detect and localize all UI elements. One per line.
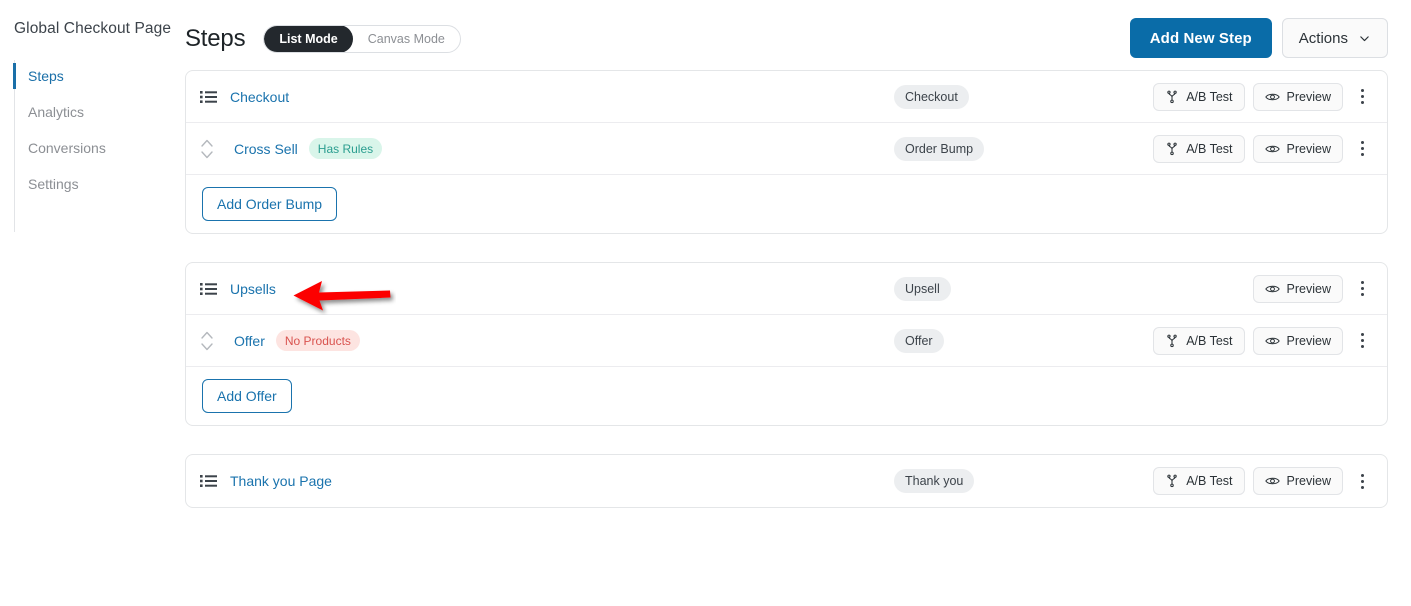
step-type-cell: Upsell — [894, 276, 951, 301]
step-card-thank-you: Thank you Page Thank you A/B Test Previe… — [185, 454, 1388, 508]
table-row[interactable]: Upsells Upsell Preview — [186, 263, 1387, 315]
preview-button[interactable]: Preview — [1252, 467, 1343, 495]
eye-icon — [1264, 474, 1280, 488]
more-options-icon[interactable] — [1351, 83, 1373, 111]
card-footer: Add Offer — [186, 367, 1387, 425]
row-actions: A/B Test Preview — [1153, 467, 1373, 495]
ab-test-button[interactable]: A/B Test — [1153, 134, 1245, 163]
preview-label: Preview — [1286, 141, 1331, 156]
status-badge: Checkout — [894, 84, 969, 109]
status-badge: No Products — [275, 330, 360, 351]
ab-test-icon — [1165, 90, 1179, 104]
more-options-icon[interactable] — [1351, 327, 1373, 355]
list-icon — [200, 282, 230, 296]
step-card-checkout: Checkout Checkout A/B Test Preview Cross… — [185, 70, 1388, 234]
preview-label: Preview — [1286, 281, 1331, 296]
chevron-down-icon — [1358, 32, 1371, 45]
step-title-link[interactable]: Upsells — [230, 281, 276, 297]
preview-button[interactable]: Preview — [1252, 82, 1343, 111]
step-type-cell: Checkout — [894, 84, 969, 109]
preview-label: Preview — [1286, 474, 1331, 488]
preview-label: Preview — [1286, 89, 1331, 104]
sidebar-item-conversions[interactable]: Conversions — [0, 130, 172, 166]
step-title-link[interactable]: Thank you Page — [230, 473, 332, 489]
ab-test-label: A/B Test — [1186, 474, 1233, 488]
status-badge: Thank you — [894, 469, 975, 493]
app-root: Global Checkout Page Steps Analytics Con… — [0, 0, 1411, 606]
ab-test-label: A/B Test — [1186, 141, 1233, 156]
add-order-bump-button[interactable]: Add Order Bump — [202, 187, 338, 221]
status-badge: Order Bump — [894, 136, 985, 161]
eye-icon — [1264, 334, 1280, 348]
page-header: Steps List Mode Canvas Mode Add New Step… — [185, 18, 1388, 60]
tab-canvas-mode[interactable]: Canvas Mode — [353, 26, 460, 52]
add-offer-button[interactable]: Add Offer — [202, 379, 292, 413]
status-badge: Has Rules — [308, 138, 383, 159]
step-title-link[interactable]: Cross Sell — [234, 141, 298, 157]
more-options-icon[interactable] — [1351, 467, 1373, 495]
sidebar-item-label: Settings — [28, 176, 79, 192]
sidebar-item-label: Analytics — [28, 104, 85, 120]
table-row[interactable]: Checkout Checkout A/B Test Preview — [186, 71, 1387, 123]
step-title-link[interactable]: Offer — [234, 333, 265, 349]
status-badge: Upsell — [894, 276, 951, 301]
step-type-cell: Offer — [894, 328, 944, 353]
preview-label: Preview — [1286, 333, 1331, 348]
list-icon — [200, 474, 230, 488]
site-title: Global Checkout Page — [14, 20, 172, 37]
row-actions: A/B Test Preview — [1153, 134, 1373, 163]
more-options-icon[interactable] — [1351, 135, 1373, 163]
ab-test-icon — [1165, 142, 1179, 156]
ab-test-label: A/B Test — [1186, 89, 1233, 104]
row-actions: A/B Test Preview — [1153, 82, 1373, 111]
ab-test-button[interactable]: A/B Test — [1153, 82, 1245, 111]
table-row[interactable]: Cross Sell Has Rules Order Bump A/B Test… — [186, 123, 1387, 175]
ab-test-icon — [1165, 334, 1179, 348]
sort-icon[interactable] — [200, 329, 230, 353]
ab-test-label: A/B Test — [1186, 333, 1233, 348]
header-actions: Add New Step Actions — [1129, 18, 1388, 58]
sidebar-nav: Steps Analytics Conversions Settings — [0, 58, 172, 232]
sidebar-item-steps[interactable]: Steps — [0, 58, 172, 94]
ab-test-icon — [1165, 474, 1179, 488]
list-icon — [200, 90, 230, 104]
status-badge: Offer — [894, 328, 944, 353]
step-type-cell: Order Bump — [894, 136, 985, 161]
actions-button-label: Actions — [1298, 29, 1348, 47]
sidebar-item-label: Steps — [28, 68, 64, 84]
ab-test-button[interactable]: A/B Test — [1153, 326, 1245, 355]
sort-icon[interactable] — [200, 137, 230, 161]
table-row[interactable]: Offer No Products Offer A/B Test Preview — [186, 315, 1387, 367]
sidebar-item-label: Conversions — [28, 140, 106, 156]
add-new-step-button[interactable]: Add New Step — [1129, 18, 1272, 58]
preview-button[interactable]: Preview — [1252, 274, 1343, 303]
preview-button[interactable]: Preview — [1252, 134, 1343, 163]
step-title-link[interactable]: Checkout — [230, 89, 289, 105]
eye-icon — [1264, 90, 1280, 104]
row-actions: A/B Test Preview — [1153, 326, 1373, 355]
sidebar-item-analytics[interactable]: Analytics — [0, 94, 172, 130]
eye-icon — [1264, 282, 1280, 296]
steps-list: Checkout Checkout A/B Test Preview Cross… — [185, 70, 1388, 536]
sidebar: Global Checkout Page Steps Analytics Con… — [0, 0, 172, 606]
step-type-cell: Thank you — [894, 469, 975, 493]
step-card-upsells: Upsells Upsell Preview Offer No Products… — [185, 262, 1388, 426]
card-footer: Add Order Bump — [186, 175, 1387, 233]
ab-test-button[interactable]: A/B Test — [1153, 467, 1245, 495]
row-actions: Preview — [1252, 274, 1373, 303]
sidebar-item-settings[interactable]: Settings — [0, 166, 172, 202]
view-mode-toggle[interactable]: List Mode Canvas Mode — [263, 25, 461, 53]
preview-button[interactable]: Preview — [1252, 326, 1343, 355]
tab-list-mode[interactable]: List Mode — [264, 26, 353, 52]
table-row[interactable]: Thank you Page Thank you A/B Test Previe… — [186, 455, 1387, 507]
page-title: Steps — [185, 25, 246, 52]
more-options-icon[interactable] — [1351, 275, 1373, 303]
eye-icon — [1264, 142, 1280, 156]
actions-button[interactable]: Actions — [1281, 18, 1388, 58]
